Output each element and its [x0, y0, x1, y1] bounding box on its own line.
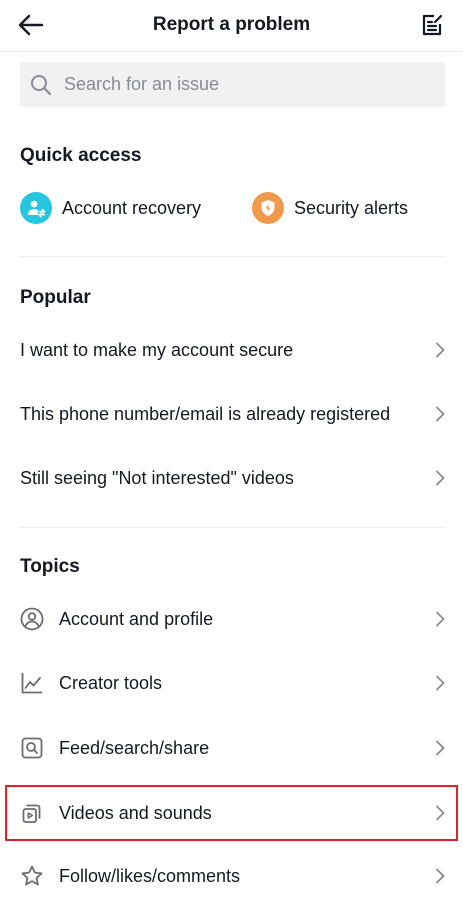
popular-item-not-interested[interactable]: Still seeing "Not interested" videos: [0, 450, 463, 506]
star-icon: [19, 863, 45, 889]
quick-access-security-alerts[interactable]: Security alerts: [252, 190, 408, 226]
video-stack-icon: [19, 800, 45, 826]
chevron-right-icon: [433, 341, 447, 359]
topic-item-label: Videos and sounds: [59, 803, 212, 823]
line-chart-icon: [19, 670, 45, 696]
quick-access-account-recovery[interactable]: Account recovery: [20, 190, 201, 226]
popular-item-already-registered[interactable]: This phone number/email is already regis…: [0, 386, 463, 442]
topic-item-label: Creator tools: [59, 673, 163, 693]
security-alerts-label: Security alerts: [294, 198, 409, 218]
chevron-right-icon: [433, 804, 447, 822]
search-bar[interactable]: [20, 62, 445, 107]
popular-item-label: This phone number/email is already regis…: [20, 404, 391, 424]
quick-access-heading: Quick access: [20, 145, 142, 166]
page-title: Report a problem: [152, 14, 311, 35]
section-divider: [20, 256, 445, 257]
popular-item-label: I want to make my account secure: [20, 340, 294, 360]
topic-item-videos-sounds[interactable]: Videos and sounds: [0, 785, 463, 841]
topic-item-label: Feed/search/share: [59, 738, 210, 758]
chevron-right-icon: [433, 867, 447, 885]
topics-heading: Topics: [20, 556, 80, 577]
chevron-right-icon: [433, 674, 447, 692]
search-icon: [31, 74, 52, 95]
feed-search-icon: [19, 735, 45, 761]
account-recovery-label: Account recovery: [62, 198, 202, 218]
popular-item-secure-account[interactable]: I want to make my account secure: [0, 322, 463, 378]
chevron-right-icon: [433, 405, 447, 423]
chevron-right-icon: [433, 469, 447, 487]
topic-item-creator-tools[interactable]: Creator tools: [0, 655, 463, 711]
topic-item-label: Account and profile: [59, 609, 214, 629]
topic-item-account-profile[interactable]: Account and profile: [0, 591, 463, 647]
search-input[interactable]: [62, 73, 416, 96]
edit-button[interactable]: [415, 8, 449, 42]
section-divider: [20, 527, 445, 528]
chevron-right-icon: [433, 610, 447, 628]
popular-heading: Popular: [20, 287, 91, 308]
popular-item-label: Still seeing "Not interested" videos: [20, 468, 294, 488]
security-shield-icon: [252, 192, 284, 224]
user-circle-icon: [19, 606, 45, 632]
topic-item-label: Follow/likes/comments: [59, 866, 241, 886]
chevron-right-icon: [433, 739, 447, 757]
topic-item-follow-likes-comments[interactable]: Follow/likes/comments: [0, 848, 463, 904]
topic-item-feed-search-share[interactable]: Feed/search/share: [0, 720, 463, 776]
edit-note-icon: [422, 14, 443, 36]
account-recovery-icon: [20, 192, 52, 224]
header-bar: Report a problem: [0, 0, 463, 52]
